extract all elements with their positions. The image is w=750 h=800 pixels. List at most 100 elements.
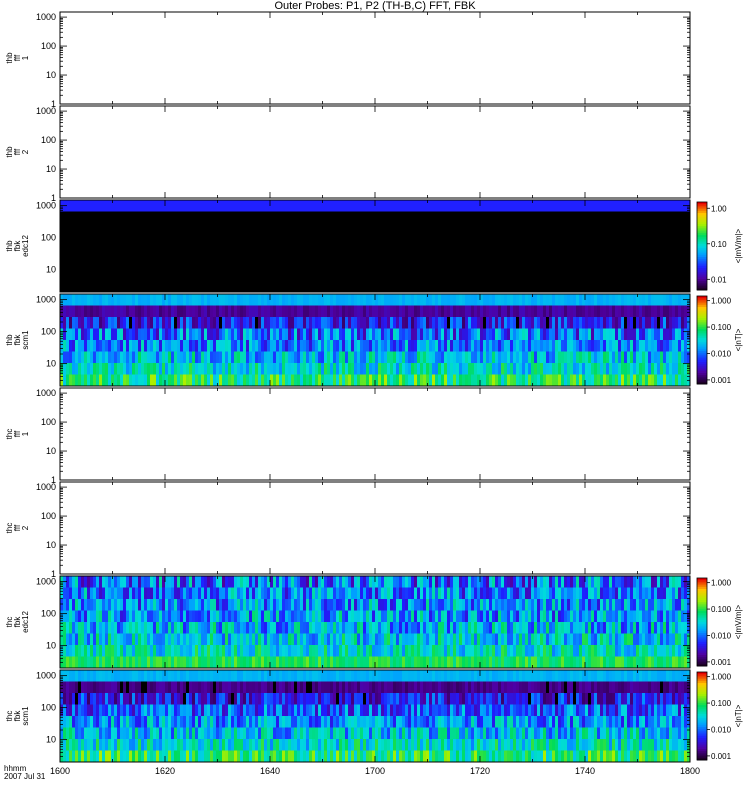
heatmap-cell — [336, 340, 340, 352]
heatmap-cell — [219, 280, 223, 293]
heatmap-cell — [171, 317, 175, 329]
heatmap-cell — [231, 305, 235, 318]
heatmap-cell — [621, 294, 625, 306]
heatmap-cell — [387, 351, 391, 364]
heatmap-cell — [339, 223, 343, 235]
heatmap-cell — [111, 363, 115, 375]
heatmap-cell — [156, 576, 160, 588]
heatmap-cell — [156, 246, 160, 258]
heatmap-cell — [669, 280, 673, 293]
heatmap-cell — [216, 340, 220, 352]
heatmap-cell — [171, 599, 175, 611]
heatmap-cell — [78, 305, 82, 318]
heatmap-cell — [567, 211, 571, 224]
heatmap-cell — [219, 223, 223, 235]
heatmap-cell — [642, 363, 646, 375]
heatmap-cell — [150, 305, 154, 318]
heatmap-cell — [255, 305, 259, 318]
heatmap-cell — [630, 340, 634, 352]
heatmap-cell — [168, 622, 172, 634]
heatmap-cell — [285, 211, 289, 224]
heatmap-cell — [258, 246, 262, 258]
heatmap-cell — [549, 305, 553, 318]
heatmap-cell — [642, 257, 646, 270]
heatmap-cell — [330, 200, 334, 212]
heatmap-cell — [240, 576, 244, 588]
heatmap-cell — [63, 633, 67, 646]
heatmap-cell — [141, 576, 145, 588]
heatmap-cell — [225, 587, 229, 600]
heatmap-cell — [414, 363, 418, 375]
heatmap-cell — [303, 610, 307, 623]
heatmap-cell — [222, 328, 226, 341]
heatmap-cell — [225, 363, 229, 375]
heatmap-cell — [207, 610, 211, 623]
heatmap-cell — [78, 576, 82, 588]
heatmap-cell — [396, 234, 400, 247]
heatmap-cell — [222, 305, 226, 318]
heatmap-cell — [498, 200, 502, 212]
heatmap-cell — [618, 294, 622, 306]
heatmap-cell — [600, 280, 604, 293]
heatmap-cell — [552, 328, 556, 341]
heatmap-cell — [147, 633, 151, 646]
heatmap-cell — [327, 234, 331, 247]
heatmap-cell — [207, 246, 211, 258]
heatmap-cell — [75, 211, 79, 224]
heatmap-cell — [411, 587, 415, 600]
heatmap-cell — [348, 610, 352, 623]
heatmap-cell — [528, 211, 532, 224]
heatmap-cell — [378, 656, 382, 669]
heatmap-cell — [600, 328, 604, 341]
heatmap-cell — [360, 576, 364, 588]
heatmap-cell — [189, 587, 193, 600]
heatmap-cell — [315, 246, 319, 258]
heatmap-cell — [420, 211, 424, 224]
heatmap-cell — [582, 351, 586, 364]
heatmap-cell — [678, 234, 682, 247]
heatmap-cell — [87, 363, 91, 375]
heatmap-cell — [417, 645, 421, 657]
heatmap-cell — [429, 246, 433, 258]
y-tick-label: 100 — [41, 135, 56, 145]
heatmap-cell — [240, 374, 244, 387]
heatmap-cell — [483, 280, 487, 293]
heatmap-cell — [165, 328, 169, 341]
heatmap-cell — [177, 633, 181, 646]
heatmap-cell — [174, 294, 178, 306]
heatmap-cell — [561, 257, 565, 270]
heatmap-cell — [444, 363, 448, 375]
heatmap-cell — [522, 363, 526, 375]
heatmap-cell — [357, 200, 361, 212]
heatmap-cell — [102, 200, 106, 212]
heatmap-cell — [531, 340, 535, 352]
heatmap-cell — [93, 656, 97, 669]
heatmap-cell — [576, 305, 580, 318]
heatmap-cell — [519, 363, 523, 375]
heatmap-cell — [291, 223, 295, 235]
heatmap-cell — [177, 587, 181, 600]
heatmap-cell — [393, 257, 397, 270]
heatmap-cell — [321, 246, 325, 258]
heatmap-cell — [261, 223, 265, 235]
heatmap-cell — [246, 294, 250, 306]
heatmap-cell — [372, 305, 376, 318]
heatmap-cell — [459, 234, 463, 247]
heatmap-cell — [204, 200, 208, 212]
heatmap-cell — [495, 305, 499, 318]
heatmap-cell — [279, 246, 283, 258]
heatmap-cell — [315, 200, 319, 212]
heatmap-cell — [417, 280, 421, 293]
heatmap-cell — [438, 257, 442, 270]
heatmap-cell — [645, 317, 649, 329]
heatmap-cell — [378, 374, 382, 387]
heatmap-cell — [666, 374, 670, 387]
heatmap-cell — [120, 200, 124, 212]
heatmap-cell — [165, 374, 169, 387]
heatmap-cell — [618, 234, 622, 247]
heatmap-cell — [417, 317, 421, 329]
heatmap-cell — [636, 246, 640, 258]
heatmap-cell — [411, 328, 415, 341]
heatmap-cell — [351, 587, 355, 600]
heatmap-cell — [168, 374, 172, 387]
